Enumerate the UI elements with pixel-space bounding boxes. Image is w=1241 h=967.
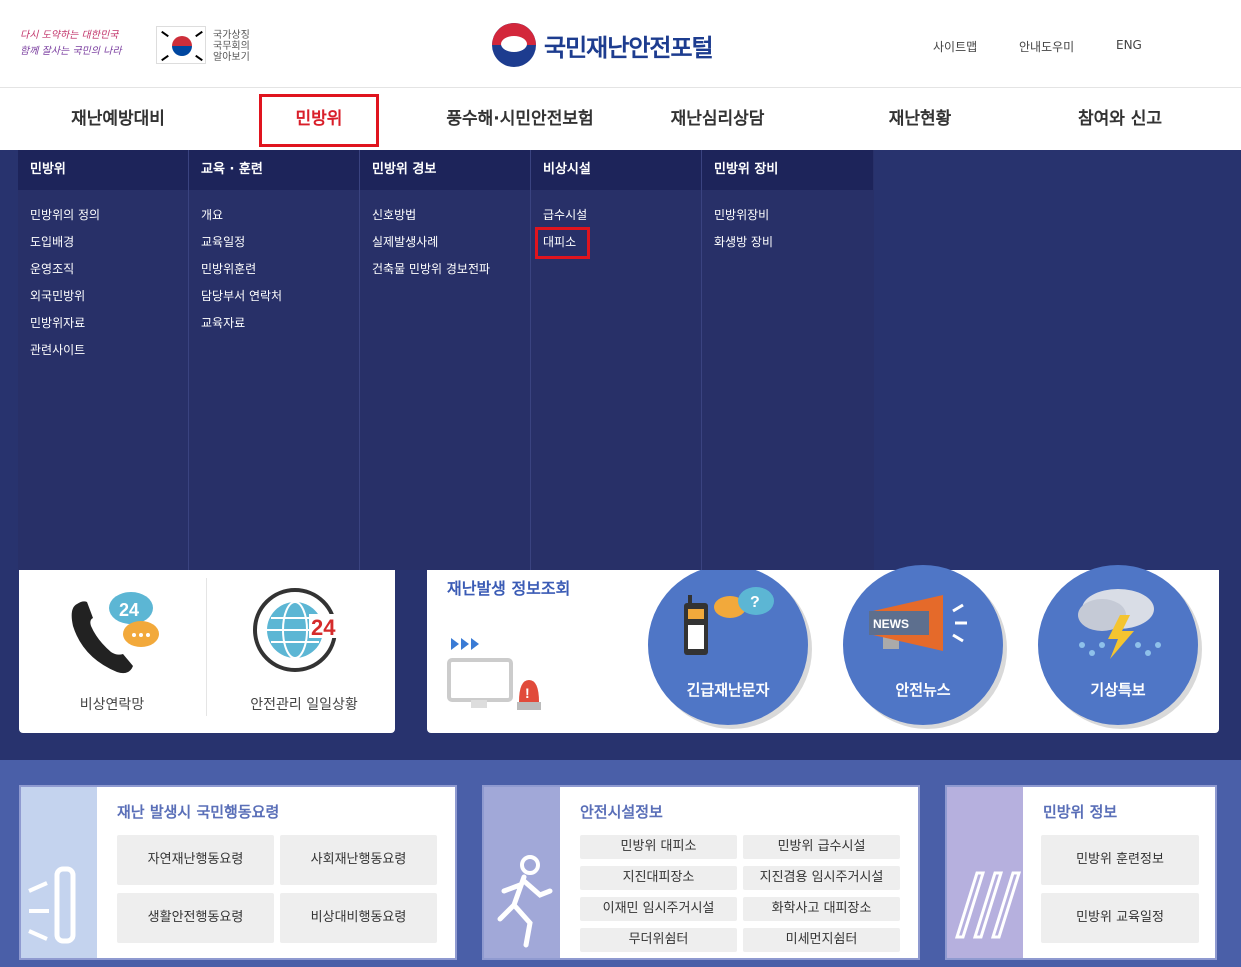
main-navigation: 재난예방대비 민방위 풍수해·시민안전보험 재난심리상담 재난현황 참여와 신고 — [0, 89, 1241, 150]
emergency-sms-button[interactable]: ? 긴급재난문자 — [648, 565, 808, 725]
earthquake-shelter-button[interactable]: 지진대피장소 — [580, 866, 737, 890]
earthquake-housing-button[interactable]: 지진겸용 임시주거시설 — [743, 866, 900, 890]
nav-disaster-prevention[interactable]: 재난예방대비 — [48, 89, 188, 150]
daily-status-label[interactable]: 안전관리 일일상황 — [229, 694, 379, 714]
life-safety-guide-button[interactable]: 생활안전행동요령 — [117, 893, 274, 943]
menu-link-edu-materials[interactable]: 교육자료 — [201, 314, 359, 341]
mega-col-alert: 민방위 경보 신호방법 실제발생사례 건축물 민방위 경보전파 — [360, 150, 531, 570]
header: 다시 도약하는 대한민국 함께 잘사는 국민의 나라 국가상징 국무회의 알아보… — [0, 0, 1241, 88]
mega-head-training[interactable]: 교육 · 훈련 — [189, 150, 359, 190]
civil-education-schedule-button[interactable]: 민방위 교육일정 — [1041, 893, 1199, 943]
menu-link-equipment[interactable]: 민방위장비 — [714, 206, 873, 233]
guide-link[interactable]: 안내도우미 — [1019, 38, 1074, 55]
nav-insurance[interactable]: 풍수해·시민안전보험 — [430, 89, 610, 150]
menu-link-drill[interactable]: 민방위훈련 — [201, 260, 359, 287]
national-symbol-link[interactable]: 국가상징 국무회의 알아보기 — [213, 30, 250, 63]
slogan-line2: 함께 잘사는 국민의 나라 — [20, 46, 122, 57]
taegukgi-flag-icon[interactable] — [156, 26, 206, 64]
emergency-prep-guide-button[interactable]: 비상대비행동요령 — [280, 893, 437, 943]
mega-col-civil-defense: 민방위 민방위의 정의 도입배경 운영조직 외국민방위 민방위자료 관련사이트 — [18, 150, 189, 570]
menu-link-signals[interactable]: 신호방법 — [372, 206, 530, 233]
heat-shelter-button[interactable]: 무더위쉼터 — [580, 928, 737, 952]
running-person-icon — [484, 787, 560, 958]
menu-link-related-sites[interactable]: 관련사이트 — [30, 341, 188, 368]
dust-shelter-button[interactable]: 미세먼지쉼터 — [743, 928, 900, 952]
conduct-title: 재난 발생시 국민행동요령 — [117, 803, 280, 821]
weather-warning-button[interactable]: 기상특보 — [1038, 565, 1198, 725]
conduct-card: 재난 발생시 국민행동요령 자연재난행동요령 사회재난행동요령 생활안전행동요령… — [19, 785, 457, 960]
menu-link-organization[interactable]: 운영조직 — [30, 260, 188, 287]
victim-housing-button[interactable]: 이재민 임시주거시설 — [580, 897, 737, 921]
mega-head-civil-defense[interactable]: 민방위 — [18, 150, 188, 190]
civil-info-title: 민방위 정보 — [1043, 803, 1118, 821]
safety-news-label: 안전뉴스 — [895, 681, 951, 699]
menu-link-cases[interactable]: 실제발생사례 — [372, 233, 530, 260]
quick-card: 24 비상연락망 24 안전관리 일일상황 — [19, 570, 395, 733]
menu-link-contacts[interactable]: 담당부서 연락처 — [201, 287, 359, 314]
nav-counseling[interactable]: 재난심리상담 — [650, 89, 785, 150]
walkie-talkie-icon: ? — [684, 587, 774, 655]
civil-info-card: 민방위 정보 민방위 훈련정보 민방위 교육일정 — [945, 785, 1217, 960]
emergency-contact-label[interactable]: 비상연락망 — [49, 694, 175, 714]
logo-text: 국민재난안전포털 — [544, 33, 714, 62]
nav-disaster-status[interactable]: 재난현황 — [860, 89, 980, 150]
stripes-icon — [947, 787, 1023, 958]
site-logo[interactable]: 국민재난안전포털 — [492, 22, 714, 68]
menu-link-building-alert[interactable]: 건축물 민방위 경보전파 — [372, 260, 530, 287]
highlight-box — [259, 94, 379, 147]
menu-link-schedule[interactable]: 교육일정 — [201, 233, 359, 260]
civil-shelter-button[interactable]: 민방위 대피소 — [580, 835, 737, 859]
civil-water-button[interactable]: 민방위 급수시설 — [743, 835, 900, 859]
menu-link-background[interactable]: 도입배경 — [30, 233, 188, 260]
mega-menu: 민방위 민방위의 정의 도입배경 운영조직 외국민방위 민방위자료 관련사이트 … — [18, 150, 874, 570]
phone-24-icon[interactable]: 24 — [67, 592, 167, 676]
highlight-box — [535, 227, 590, 259]
menu-link-definition[interactable]: 민방위의 정의 — [30, 206, 188, 233]
monitor-alarm-icon: ! — [447, 636, 547, 716]
svg-text:!: ! — [525, 685, 530, 701]
civil-training-info-button[interactable]: 민방위 훈련정보 — [1041, 835, 1199, 885]
sitemap-link[interactable]: 사이트맵 — [933, 38, 977, 55]
nav-report[interactable]: 참여와 신고 — [1055, 89, 1185, 150]
gate-icon — [21, 787, 97, 958]
english-link[interactable]: ENG — [1116, 38, 1142, 52]
mega-head-alert[interactable]: 민방위 경보 — [360, 150, 530, 190]
svg-text:?: ? — [750, 594, 760, 611]
menu-link-materials[interactable]: 민방위자료 — [30, 314, 188, 341]
menu-link-cbr-equipment[interactable]: 화생방 장비 — [714, 233, 873, 260]
info-title: 재난발생 정보조회 — [447, 579, 571, 598]
svg-text:24: 24 — [119, 600, 139, 620]
slogan-line1: 다시 도약하는 대한민국 — [20, 30, 119, 41]
menu-link-foreign[interactable]: 외국민방위 — [30, 287, 188, 314]
safety-news-button[interactable]: NEWS 안전뉴스 — [843, 565, 1003, 725]
facility-card: 안전시설정보 민방위 대피소 민방위 급수시설 지진대피장소 지진겸용 임시주거… — [482, 785, 920, 960]
social-disaster-guide-button[interactable]: 사회재난행동요령 — [280, 835, 437, 885]
mega-head-facilities[interactable]: 비상시설 — [531, 150, 701, 190]
emergency-sms-label: 긴급재난문자 — [686, 681, 770, 699]
chemical-shelter-button[interactable]: 화학사고 대피장소 — [743, 897, 900, 921]
mega-col-facilities: 비상시설 급수시설 대피소 — [531, 150, 702, 570]
globe-24-icon[interactable]: 24 — [247, 586, 357, 676]
natural-disaster-guide-button[interactable]: 자연재난행동요령 — [117, 835, 274, 885]
facility-title: 안전시설정보 — [580, 803, 663, 821]
mega-col-equipment: 민방위 장비 민방위장비 화생방 장비 — [702, 150, 873, 570]
weather-warning-label: 기상특보 — [1090, 681, 1146, 699]
taeguk-logo-icon — [492, 23, 536, 67]
info-card: 재난발생 정보조회 ! ? 긴급재난문자 NEWS 안전뉴스 기상특보 — [427, 565, 1219, 733]
mega-head-equipment[interactable]: 민방위 장비 — [702, 150, 873, 190]
megaphone-icon: NEWS — [869, 595, 967, 651]
news-badge: NEWS — [873, 617, 909, 631]
mega-col-training: 교육 · 훈련 개요 교육일정 민방위훈련 담당부서 연락처 교육자료 — [189, 150, 360, 570]
slogan-logo[interactable]: 다시 도약하는 대한민국 함께 잘사는 국민의 나라 — [20, 28, 150, 64]
svg-text:24: 24 — [311, 615, 336, 640]
storm-cloud-icon — [1078, 589, 1161, 659]
menu-link-overview[interactable]: 개요 — [201, 206, 359, 233]
